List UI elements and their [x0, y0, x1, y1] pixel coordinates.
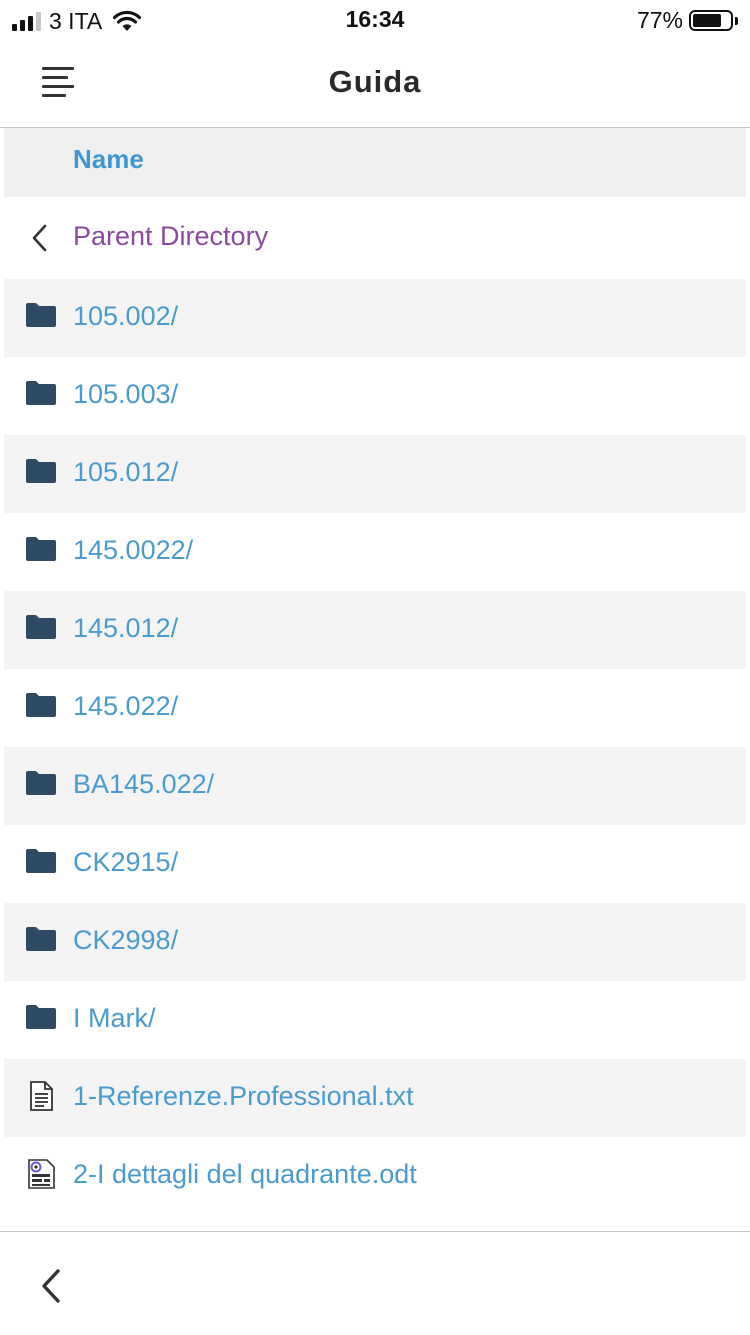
folder-link[interactable]: I Mark/	[73, 1003, 156, 1034]
folder-icon	[26, 535, 56, 565]
folder-row[interactable]: 145.022/	[4, 669, 746, 747]
folder-icon	[26, 379, 56, 409]
folder-link[interactable]: 145.012/	[73, 613, 178, 644]
file-link[interactable]: 1-Referenze.Professional.txt	[73, 1081, 414, 1112]
text-file-icon	[26, 1081, 56, 1111]
battery-fill	[693, 14, 721, 27]
file-row[interactable]: 1-Referenze.Professional.txt	[4, 1059, 746, 1137]
folder-link[interactable]: BA145.022/	[73, 769, 214, 800]
folder-row[interactable]: BA145.022/	[4, 747, 746, 825]
folder-row[interactable]: I Mark/	[4, 981, 746, 1059]
chevron-left-icon	[32, 224, 47, 252]
bottom-toolbar	[0, 1231, 750, 1335]
table-header: Name	[4, 128, 746, 197]
folder-icon	[26, 691, 56, 721]
status-bar: 3 ITA 16:34 77%	[0, 0, 750, 40]
folder-row[interactable]: 105.003/	[4, 357, 746, 435]
folder-row[interactable]: 105.012/	[4, 435, 746, 513]
battery-cap	[735, 16, 738, 25]
folder-icon	[26, 769, 56, 799]
folder-row[interactable]: CK2998/	[4, 903, 746, 981]
folder-link[interactable]: 105.012/	[73, 457, 178, 488]
back-arrow-icon[interactable]	[34, 1266, 68, 1306]
navigation-bar: Guida	[0, 40, 750, 128]
file-row[interactable]: 2-I dettagli del quadrante.odt	[4, 1137, 746, 1215]
folder-row[interactable]: CK2915/	[4, 825, 746, 903]
parent-directory-row[interactable]: Parent Directory	[4, 197, 746, 279]
battery-percentage: 77%	[636, 7, 683, 33]
status-bar-right: 77%	[637, 7, 738, 34]
document-file-icon	[26, 1159, 56, 1189]
folder-link[interactable]: 105.003/	[73, 379, 178, 410]
folder-icon	[26, 457, 56, 487]
folder-row[interactable]: 145.012/	[4, 591, 746, 669]
directory-listing: Name Parent Directory 105.002/105.003/10…	[4, 128, 746, 1215]
folder-icon	[26, 301, 56, 331]
folder-link[interactable]: 105.002/	[73, 301, 178, 332]
folder-icon	[26, 1003, 56, 1033]
page-title: Guida	[328, 64, 422, 99]
battery-icon	[689, 10, 733, 31]
folder-row[interactable]: 145.0022/	[4, 513, 746, 591]
parent-directory-link[interactable]: Parent Directory	[73, 221, 268, 252]
folder-link[interactable]: CK2998/	[73, 925, 178, 956]
folder-icon	[26, 925, 56, 955]
name-column-header[interactable]: Name	[73, 144, 144, 175]
file-link[interactable]: 2-I dettagli del quadrante.odt	[73, 1159, 417, 1190]
folder-link[interactable]: 145.022/	[73, 691, 178, 722]
folder-link[interactable]: 145.0022/	[73, 535, 193, 566]
folder-icon	[26, 613, 56, 643]
folder-icon	[26, 847, 56, 877]
folder-row[interactable]: 105.002/	[4, 279, 746, 357]
folder-link[interactable]: CK2915/	[73, 847, 178, 878]
